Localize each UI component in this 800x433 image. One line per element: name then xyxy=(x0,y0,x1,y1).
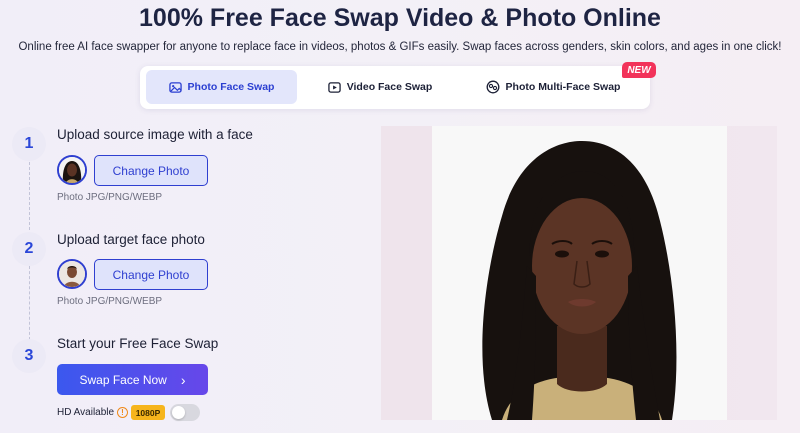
step-connector xyxy=(29,266,30,340)
file-type-hint: Photo JPG/PNG/WEBP xyxy=(57,192,163,203)
page-subtitle: Online free AI face swapper for anyone t… xyxy=(18,41,782,53)
swap-button-label: Swap Face Now xyxy=(79,372,167,387)
tab-label: Photo Multi-Face Swap xyxy=(505,81,621,93)
tab-video-face-swap[interactable]: Video Face Swap xyxy=(300,70,460,104)
info-icon[interactable]: ! xyxy=(117,407,128,418)
step-title: Upload source image with a face xyxy=(57,127,253,142)
image-icon xyxy=(168,81,182,93)
tab-photo-multi-face-swap[interactable]: Photo Multi-Face Swap xyxy=(462,70,644,104)
resolution-badge: 1080P xyxy=(131,405,165,420)
step-title: Upload target face photo xyxy=(57,232,205,247)
new-badge: NEW xyxy=(622,62,656,78)
target-face-avatar xyxy=(57,259,87,289)
tab-label: Photo Face Swap xyxy=(187,81,275,93)
step-connector xyxy=(29,162,30,230)
chevron-right-icon: › xyxy=(180,371,186,388)
tab-label: Video Face Swap xyxy=(346,81,433,93)
hd-toggle[interactable] xyxy=(170,404,200,421)
page-title: 100% Free Face Swap Video & Photo Online xyxy=(139,4,661,32)
mode-tabs: Photo Face Swap Video Face Swap Photo Mu… xyxy=(140,66,650,109)
step-number: 3 xyxy=(12,339,46,373)
preview-panel xyxy=(381,126,777,420)
tab-photo-face-swap[interactable]: Photo Face Swap xyxy=(146,70,297,104)
preview-image xyxy=(432,126,727,420)
swap-face-now-button[interactable]: Swap Face Now › xyxy=(57,364,208,395)
step-number: 2 xyxy=(12,232,46,266)
step-number: 1 xyxy=(12,127,46,161)
change-source-photo-button[interactable]: Change Photo xyxy=(94,155,208,186)
play-icon xyxy=(327,81,341,93)
source-face-avatar xyxy=(57,155,87,185)
step-title: Start your Free Face Swap xyxy=(57,336,219,351)
file-type-hint: Photo JPG/PNG/WEBP xyxy=(57,296,163,307)
change-target-photo-button[interactable]: Change Photo xyxy=(94,259,208,290)
multi-face-icon xyxy=(486,80,499,94)
hd-available-label: HD Available xyxy=(57,407,115,418)
